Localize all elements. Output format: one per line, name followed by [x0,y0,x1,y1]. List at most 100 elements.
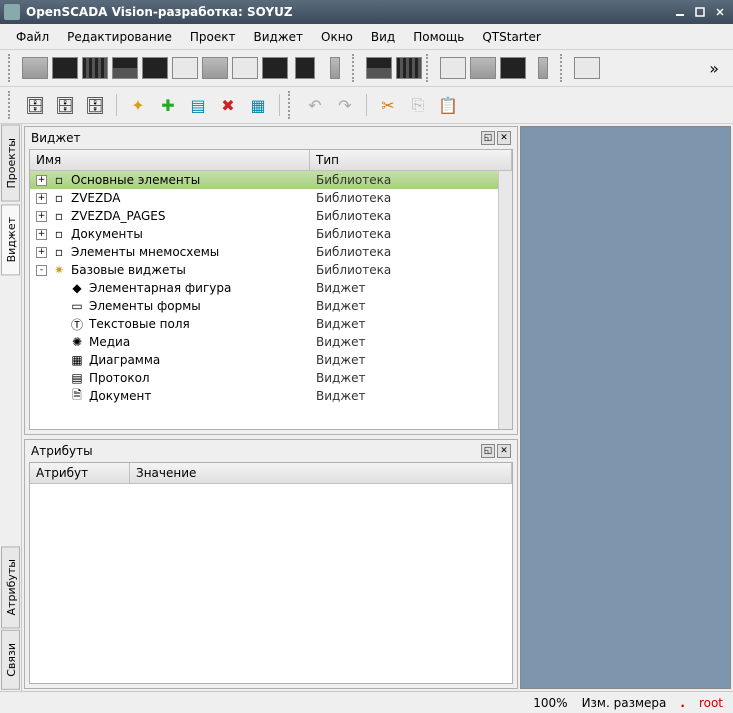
panel-close-button[interactable]: ✕ [497,444,511,458]
panel-float-button[interactable]: ◱ [481,444,495,458]
attr-header: Атрибут Значение [30,463,512,484]
widget-type-10[interactable] [292,55,318,81]
widget-type-4[interactable] [112,55,138,81]
widget-type-3[interactable] [82,55,108,81]
cut-button[interactable]: ✂ [375,92,401,118]
widget-type-15[interactable] [470,55,496,81]
menu-view[interactable]: Вид [363,26,403,48]
lib-icon: ▫ [51,172,67,188]
widget-type-7[interactable] [202,55,228,81]
tree-expander[interactable]: - [36,265,47,276]
new-star-icon: ✦ [126,93,150,117]
tab-links[interactable]: Связи [1,630,20,690]
menu-edit[interactable]: Редактирование [59,26,180,48]
toolbar-handle-4[interactable] [560,54,566,82]
widget-type-5[interactable] [142,55,168,81]
close-button[interactable] [711,4,729,20]
copy-button[interactable]: ⎘ [405,92,431,118]
toolbar-handle-5[interactable] [8,91,14,119]
widget-type-13[interactable] [396,55,422,81]
tree-row[interactable]: ▤ПротоколВиджет [30,369,498,387]
tree-row-type: Библиотека [316,245,391,259]
new-widget-button[interactable]: ✚ [155,92,181,118]
load-db-button[interactable]: 🗄 [22,92,48,118]
tree-row-type: Библиотека [316,227,391,241]
widget-type-2[interactable] [52,55,78,81]
edit-widget-button[interactable]: ▤ [185,92,211,118]
database-icon: 🗄 [83,93,107,117]
minimize-button[interactable] [671,4,689,20]
tree-expander[interactable]: + [36,229,47,240]
panel-float-button[interactable]: ◱ [481,131,495,145]
menu-file[interactable]: Файл [8,26,57,48]
widget-type-12[interactable] [366,55,392,81]
menu-help[interactable]: Помощь [405,26,472,48]
column-type[interactable]: Тип [310,150,512,170]
design-canvas[interactable] [520,126,731,689]
widget-tree: Имя Тип +▫Основные элементыБиблиотека+▫Z… [29,149,513,430]
undo-icon: ↶ [303,93,327,117]
tree-row[interactable]: -✷Базовые виджетыБиблиотека [30,261,498,279]
tree-row[interactable]: ✺МедиаВиджет [30,333,498,351]
widget-type-11[interactable] [322,55,348,81]
app-icon [4,4,20,20]
toolbar-handle-3[interactable] [426,54,432,82]
widget-type-1[interactable] [22,55,48,81]
separator [366,94,367,116]
widget-type-14[interactable] [440,55,466,81]
tree-expander[interactable]: + [36,211,47,222]
undo-button[interactable]: ↶ [302,92,328,118]
widget-type-17[interactable] [530,55,556,81]
widget-type-18[interactable] [574,55,600,81]
menu-widget[interactable]: Виджет [245,26,311,48]
toolbar-overflow[interactable]: » [703,59,725,78]
lib-icon: ▫ [51,244,67,260]
tree-expander[interactable]: + [36,175,47,186]
tree-row[interactable]: +▫Основные элементыБиблиотека [30,171,498,189]
paste-button[interactable]: 📋 [435,92,461,118]
tab-attributes[interactable]: Атрибуты [1,546,20,628]
maximize-button[interactable] [691,4,709,20]
widget-type-6[interactable] [172,55,198,81]
protocol-icon: ▤ [69,370,85,386]
column-name[interactable]: Имя [30,150,310,170]
tree-row[interactable]: ⓉТекстовые поляВиджет [30,315,498,333]
tab-projects[interactable]: Проекты [1,125,20,202]
tree-row[interactable]: +▫ZVEZDA_PAGESБиблиотека [30,207,498,225]
tree-row-name: Элементарная фигура [89,281,231,295]
new-lib-button[interactable]: ✦ [125,92,151,118]
tree-row-name: Медиа [89,335,130,349]
vertical-scrollbar[interactable] [498,171,512,429]
menu-window[interactable]: Окно [313,26,361,48]
save-db-button[interactable]: 🗄 [52,92,78,118]
tree-row[interactable]: ▭Элементы формыВиджет [30,297,498,315]
widget-type-9[interactable] [262,55,288,81]
widget-type-16[interactable] [500,55,526,81]
tree-row-name: Документ [89,389,151,403]
widget-type-8[interactable] [232,55,258,81]
menu-project[interactable]: Проект [182,26,244,48]
properties-button[interactable]: ▦ [245,92,271,118]
menu-qtstarter[interactable]: QTStarter [474,26,548,48]
attr-body[interactable] [34,484,508,679]
tree-row[interactable]: +▫Элементы мнемосхемыБиблиотека [30,243,498,261]
panel-close-button[interactable]: ✕ [497,131,511,145]
tree-body[interactable]: +▫Основные элементыБиблиотека+▫ZVEZDAБиб… [30,171,498,429]
redo-button[interactable]: ↷ [332,92,358,118]
toolbar-handle-6[interactable] [288,91,294,119]
delete-widget-button[interactable]: ✖ [215,92,241,118]
tree-row[interactable]: +▫ZVEZDAБиблиотека [30,189,498,207]
tree-expander[interactable]: + [36,247,47,258]
tree-row[interactable]: ▦ДиаграммаВиджет [30,351,498,369]
toolbar-handle-2[interactable] [352,54,358,82]
column-attr[interactable]: Атрибут [30,463,130,483]
tab-widgets[interactable]: Виджет [1,204,20,275]
tree-row-name: Элементы формы [89,299,201,313]
tree-expander[interactable]: + [36,193,47,204]
tree-row[interactable]: ◆Элементарная фигураВиджет [30,279,498,297]
tree-row[interactable]: +▫ДокументыБиблиотека [30,225,498,243]
tree-row[interactable]: 🗎ДокументВиджет [30,387,498,405]
db-button[interactable]: 🗄 [82,92,108,118]
column-value[interactable]: Значение [130,463,512,483]
toolbar-handle[interactable] [8,54,14,82]
